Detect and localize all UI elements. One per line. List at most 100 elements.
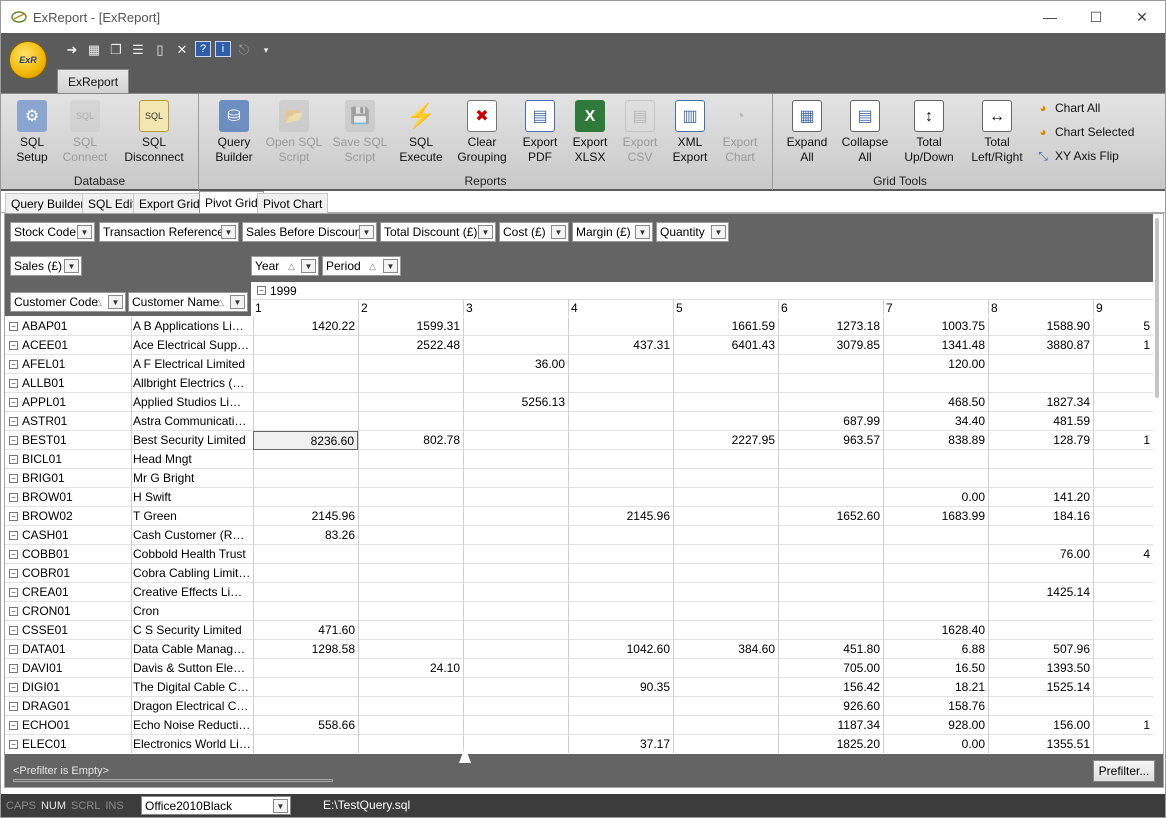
sql-execute-button[interactable]: ⚡ SQL Execute xyxy=(397,100,445,165)
value-cell[interactable] xyxy=(463,374,568,393)
collapse-row-icon[interactable]: − xyxy=(9,322,18,331)
value-cell[interactable]: 1341.48 xyxy=(883,336,988,355)
value-cell[interactable] xyxy=(358,393,463,412)
customer-name[interactable]: H Swift xyxy=(131,488,251,507)
customer-name[interactable]: Cron xyxy=(131,602,251,621)
customer-name[interactable]: Creative Effects Limited xyxy=(131,583,251,602)
column-field-period[interactable]: Period △ ▼ xyxy=(322,256,401,276)
value-cell[interactable]: 468.50 xyxy=(883,393,988,412)
value-cell[interactable] xyxy=(883,450,988,469)
customer-code-cell[interactable]: − CRON01 xyxy=(9,602,71,621)
value-cell[interactable] xyxy=(988,602,1093,621)
value-cell[interactable]: 3880.87 xyxy=(988,336,1093,355)
value-cell[interactable] xyxy=(253,583,358,602)
column-field-year[interactable]: Year △ ▼ xyxy=(251,256,319,276)
filter-field-cost[interactable]: Cost (£) ▼ xyxy=(499,222,569,242)
value-cell[interactable] xyxy=(358,602,463,621)
value-cell[interactable] xyxy=(253,678,358,697)
value-cell[interactable]: 76.00 xyxy=(988,545,1093,564)
horizontal-scrollbar[interactable] xyxy=(13,779,333,782)
customer-code-cell[interactable]: − BROW02 xyxy=(9,507,73,526)
value-cell[interactable] xyxy=(358,697,463,716)
value-cell[interactable] xyxy=(778,564,883,583)
value-cell[interactable]: 141.20 xyxy=(988,488,1093,507)
customer-name[interactable]: T Green xyxy=(131,507,251,526)
dropdown-arrow-icon[interactable]: ▼ xyxy=(77,225,92,239)
value-cell[interactable] xyxy=(778,583,883,602)
value-cell[interactable] xyxy=(253,393,358,412)
customer-name[interactable]: C S Security Limited xyxy=(131,621,251,640)
value-cell[interactable]: 1298.58 xyxy=(253,640,358,659)
value-cell[interactable]: 1042.60 xyxy=(568,640,673,659)
value-cell[interactable] xyxy=(1093,602,1153,621)
value-cell[interactable]: 1420.22 xyxy=(253,317,358,336)
value-cell[interactable] xyxy=(568,526,673,545)
value-cell[interactable] xyxy=(673,621,778,640)
value-cell[interactable] xyxy=(1093,621,1153,640)
collapse-row-icon[interactable]: − xyxy=(9,493,18,502)
help-icon[interactable]: ? xyxy=(195,41,211,57)
value-cell[interactable] xyxy=(1093,355,1153,374)
info-icon[interactable]: i xyxy=(215,41,231,57)
value-cell[interactable] xyxy=(778,374,883,393)
query-builder-button[interactable]: ⛁ Query Builder xyxy=(209,100,259,165)
customer-name[interactable]: Davis & Sutton Electri... xyxy=(131,659,251,678)
value-cell[interactable]: 2145.96 xyxy=(568,507,673,526)
maximize-button[interactable]: ☐ xyxy=(1073,1,1119,33)
value-cell[interactable] xyxy=(463,488,568,507)
value-cell[interactable]: 5256.13 xyxy=(463,393,568,412)
value-cell[interactable] xyxy=(463,564,568,583)
exit-icon[interactable]: ⎋ xyxy=(235,41,253,59)
value-cell[interactable] xyxy=(568,488,673,507)
value-cell[interactable]: 120.00 xyxy=(883,355,988,374)
customer-name[interactable]: Applied Studios Limited xyxy=(131,393,251,412)
value-cell[interactable] xyxy=(673,488,778,507)
value-cell[interactable]: 1825.20 xyxy=(778,735,883,753)
value-cell[interactable] xyxy=(988,564,1093,583)
value-cell[interactable] xyxy=(673,393,778,412)
value-cell[interactable] xyxy=(988,621,1093,640)
rows-icon[interactable]: ☰ xyxy=(129,41,147,59)
value-cell[interactable] xyxy=(883,545,988,564)
value-cell[interactable]: 963.57 xyxy=(778,431,883,450)
value-cell[interactable]: 1628.40 xyxy=(883,621,988,640)
value-cell[interactable] xyxy=(463,469,568,488)
value-cell[interactable]: 1683.99 xyxy=(883,507,988,526)
collapse-row-icon[interactable]: − xyxy=(9,417,18,426)
prefilter-button[interactable]: Prefilter... xyxy=(1093,760,1155,782)
collapse-row-icon[interactable]: − xyxy=(9,474,18,483)
collapse-row-icon[interactable]: − xyxy=(9,455,18,464)
dropdown-arrow-icon[interactable]: ▼ xyxy=(478,225,493,239)
value-cell[interactable] xyxy=(253,659,358,678)
value-cell[interactable] xyxy=(778,488,883,507)
application-menu-button[interactable]: ExR xyxy=(9,41,47,79)
value-cell[interactable] xyxy=(883,526,988,545)
value-cell[interactable] xyxy=(883,602,988,621)
value-cell[interactable] xyxy=(883,374,988,393)
value-cell[interactable] xyxy=(253,488,358,507)
value-cell[interactable] xyxy=(988,355,1093,374)
customer-code-cell[interactable]: − BICL01 xyxy=(9,450,62,469)
value-cell[interactable] xyxy=(358,621,463,640)
collapse-row-icon[interactable]: − xyxy=(9,683,18,692)
value-cell[interactable]: 2145.96 xyxy=(253,507,358,526)
value-cell[interactable]: 1 xyxy=(1093,336,1153,355)
value-cell[interactable]: 83.26 xyxy=(253,526,358,545)
ribbon-tab-exreport[interactable]: ExReport xyxy=(57,69,130,93)
value-cell[interactable]: 0.00 xyxy=(883,488,988,507)
clear-grouping-button[interactable]: ✖ Clear Grouping xyxy=(453,100,511,165)
value-cell[interactable] xyxy=(673,564,778,583)
customer-code-cell[interactable]: − AFEL01 xyxy=(9,355,65,374)
export-chart-button[interactable]: ◔ Export Chart xyxy=(717,100,763,165)
value-cell[interactable] xyxy=(463,716,568,735)
value-cell[interactable] xyxy=(673,583,778,602)
value-cell[interactable] xyxy=(568,583,673,602)
customer-code-cell[interactable]: − DAVI01 xyxy=(9,659,62,678)
customer-code-cell[interactable]: − ECHO01 xyxy=(9,716,70,735)
value-cell[interactable] xyxy=(463,450,568,469)
collapse-row-icon[interactable]: − xyxy=(9,398,18,407)
value-cell[interactable]: 507.96 xyxy=(988,640,1093,659)
chart-all-button[interactable]: ◕ Chart All xyxy=(1035,97,1100,119)
value-cell[interactable] xyxy=(253,735,358,753)
value-cell[interactable] xyxy=(463,336,568,355)
